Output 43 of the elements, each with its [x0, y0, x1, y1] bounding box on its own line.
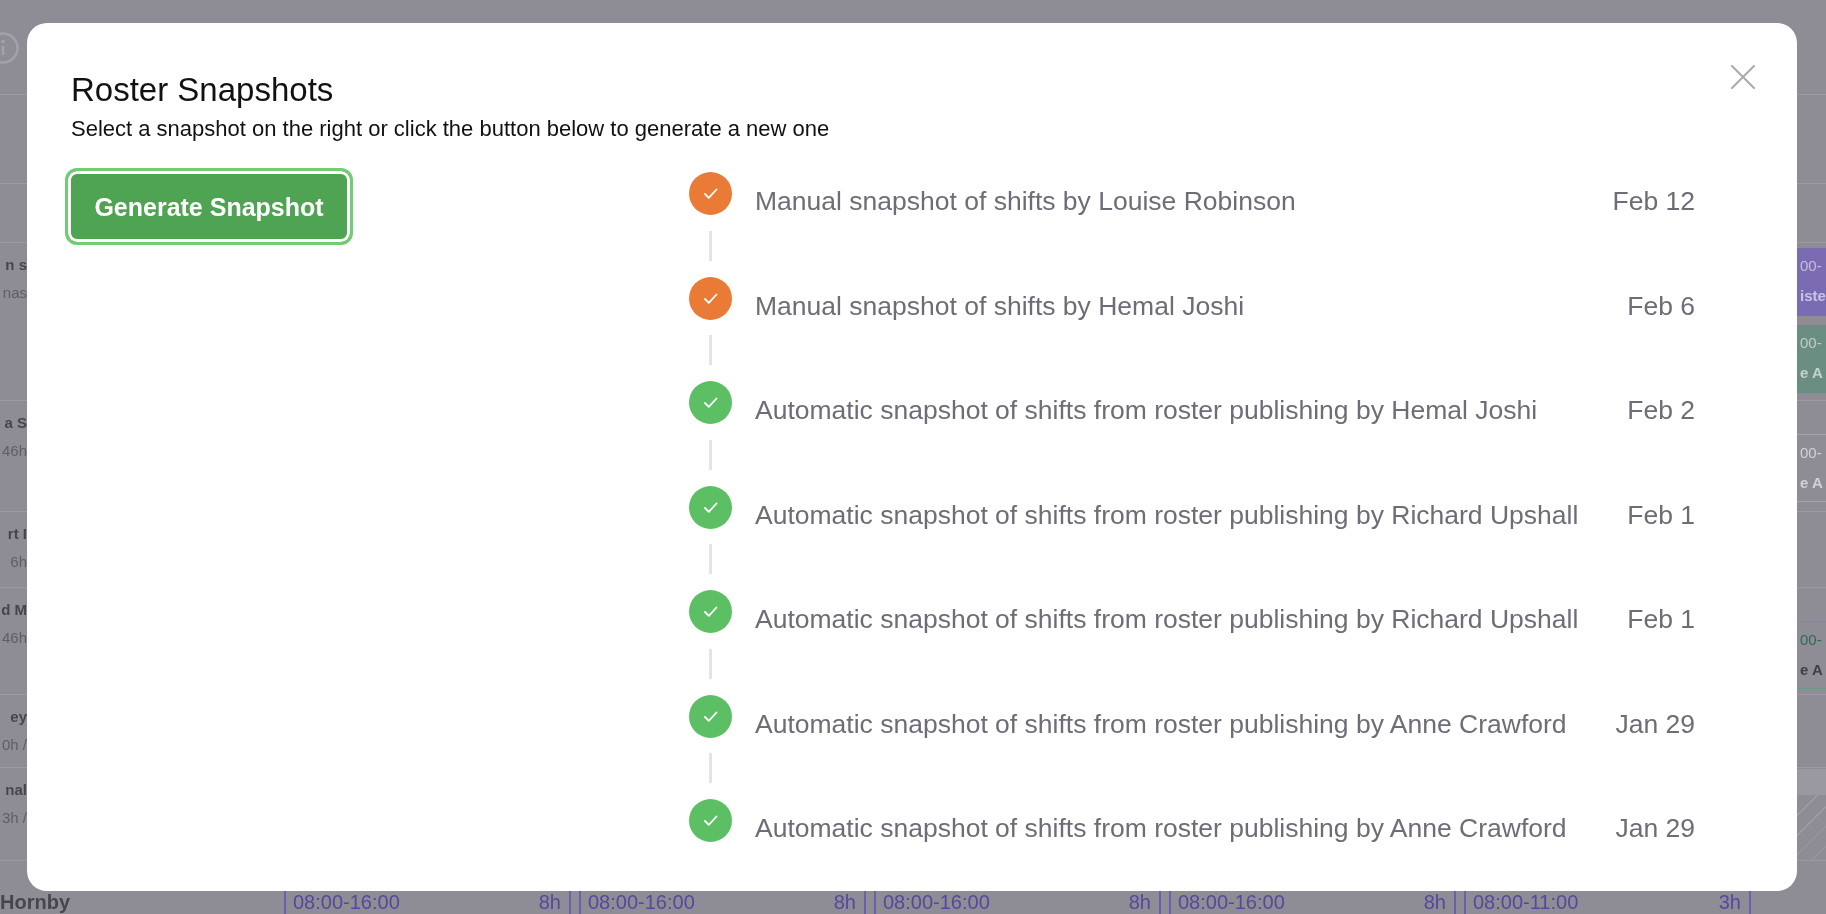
- employee-name: ey: [10, 708, 27, 726]
- shift-hours: 8h: [538, 891, 561, 914]
- snapshot-label[interactable]: Automatic snapshot of shifts from roster publishing by Anne Crawford: [755, 707, 1567, 740]
- shift-label: e A: [1800, 661, 1824, 679]
- snapshot-date: Jan 29: [1615, 707, 1695, 740]
- snapshot-label[interactable]: Automatic snapshot of shifts from roster publishing by Hemal Joshi: [755, 394, 1538, 426]
- shift-time: 08:00-16:00: [293, 891, 400, 914]
- employee-name: d M: [1, 601, 27, 619]
- dialog-title: Roster Snapshots: [71, 71, 334, 109]
- snapshot-date: Feb 12: [1612, 185, 1695, 217]
- employee-name: n s: [5, 256, 27, 274]
- generate-snapshot-button[interactable]: Generate Snapshot: [65, 168, 353, 245]
- shift-time: 00-: [1800, 334, 1823, 352]
- snapshot-date: Feb 1: [1627, 498, 1695, 531]
- shift-label: iste: [1800, 287, 1826, 305]
- snapshot-label[interactable]: Automatic snapshot of shifts from roster publishing by Richard Upshall: [755, 603, 1579, 635]
- employee-name: a S: [4, 414, 27, 432]
- shift-time: 08:00-16:00: [588, 891, 695, 914]
- shift-time: 08:00-11:00: [1473, 891, 1579, 914]
- snapshot-label[interactable]: Manual snapshot of shifts by Hemal Joshi: [755, 289, 1245, 322]
- snapshot-date: Feb 1: [1627, 603, 1695, 635]
- close-icon[interactable]: [1731, 65, 1755, 89]
- employee-name: Hornby: [0, 891, 71, 913]
- shift-time: 00-: [1800, 631, 1823, 649]
- shift-hours: 8h: [833, 891, 856, 914]
- snapshot-label[interactable]: Automatic snapshot of shifts from roster publishing by Richard Upshall: [755, 498, 1579, 531]
- shift-label: e A: [1800, 474, 1824, 492]
- employee-name: nal: [5, 781, 27, 799]
- shift-label: e A: [1800, 364, 1824, 382]
- snapshot-label[interactable]: Manual snapshot of shifts by Louise Robinson: [755, 185, 1296, 217]
- employee-name: rt I: [7, 525, 27, 543]
- shift-hours: 8h: [1128, 891, 1151, 914]
- snapshot-date: Feb 6: [1627, 289, 1695, 322]
- shift-time: 08:00-16:00: [1178, 891, 1285, 914]
- snapshot-date: Jan 29: [1615, 812, 1695, 844]
- shift-time: 08:00-16:00: [883, 891, 990, 914]
- dialog-subtitle: Select a snapshot on the right or click the button below to generate a new one: [71, 116, 830, 142]
- shift-time: 00-: [1800, 257, 1823, 275]
- snapshot-label[interactable]: Automatic snapshot of shifts from roster publishing by Anne Crawford: [755, 812, 1567, 844]
- shift-hours: 8h: [1423, 891, 1446, 914]
- shift-hours: 3h: [1718, 891, 1741, 914]
- shift-time: 00-: [1800, 444, 1823, 462]
- snapshot-date: Feb 2: [1627, 394, 1695, 426]
